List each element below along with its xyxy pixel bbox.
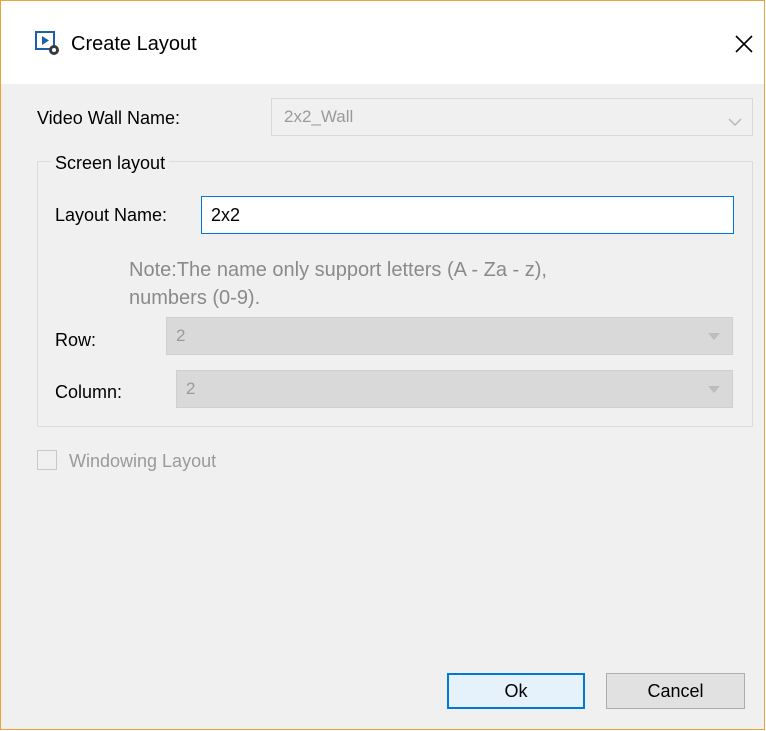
layout-name-label: Layout Name:: [55, 205, 168, 225]
close-icon[interactable]: [725, 27, 761, 61]
video-wall-name-select[interactable]: 2x2_Wall: [271, 98, 753, 136]
video-wall-icon: [35, 31, 61, 57]
column-label: Column:: [55, 382, 123, 402]
windowing-layout-checkbox[interactable]: [37, 450, 57, 470]
windowing-layout-label: Windowing Layout: [69, 451, 217, 471]
row-value: 2: [176, 326, 186, 345]
dropdown-arrow-icon: [708, 386, 720, 393]
video-wall-name-value: 2x2_Wall: [284, 107, 354, 126]
video-wall-name-label: Video Wall Name:: [37, 108, 181, 128]
layout-name-note: Note:The name only support letters (A - …: [129, 256, 547, 312]
screen-layout-title: Screen layout: [51, 152, 170, 174]
title-bar: Create Layout: [1, 1, 764, 84]
layout-name-input[interactable]: [201, 196, 734, 234]
note-line-2: numbers (0-9).: [129, 287, 261, 309]
ok-button[interactable]: Ok: [447, 673, 585, 709]
dialog-title: Create Layout: [71, 33, 197, 55]
row-label: Row:: [55, 330, 97, 350]
create-layout-dialog: Create Layout Video Wall Name: 2x2_Wall …: [0, 0, 765, 730]
cancel-button[interactable]: Cancel: [606, 673, 745, 709]
dropdown-arrow-icon: [708, 333, 720, 340]
note-line-1: Note:The name only support letters (A - …: [129, 259, 547, 281]
row-select[interactable]: 2: [166, 317, 733, 355]
chevron-down-icon: [728, 112, 742, 132]
column-value: 2: [186, 379, 196, 398]
column-select[interactable]: 2: [176, 370, 733, 408]
